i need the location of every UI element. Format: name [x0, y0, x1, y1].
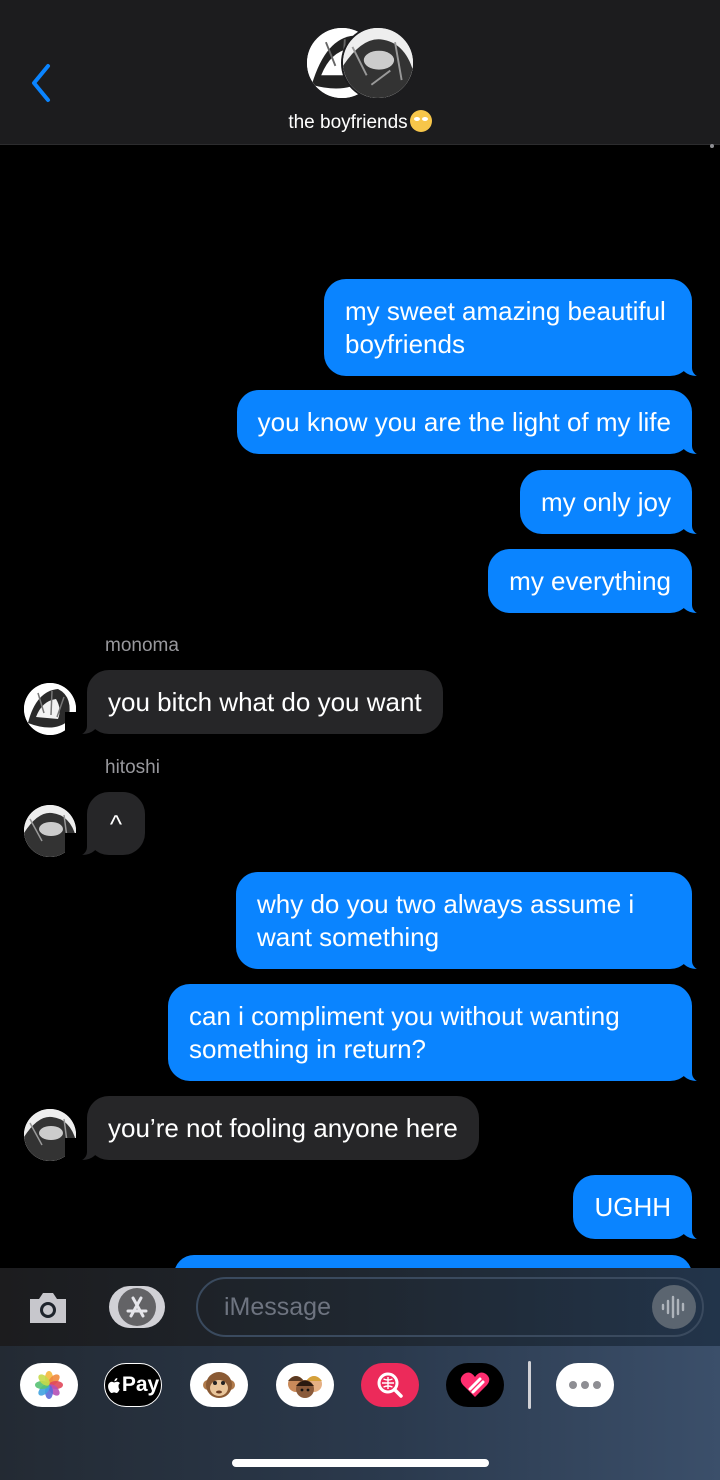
digital-touch-icon — [460, 1372, 490, 1397]
message-text: ^ — [109, 809, 123, 839]
message-bubble-outgoing[interactable]: my everything — [488, 549, 714, 615]
message-composer — [0, 1268, 720, 1346]
photos-icon — [35, 1371, 63, 1399]
message-text: you’re not fooling anyone here — [108, 1113, 458, 1143]
camera-icon — [30, 1293, 66, 1323]
message-text: you know you are the light of my life — [257, 407, 671, 437]
digital-touch-app[interactable] — [446, 1363, 504, 1407]
app-store-button[interactable] — [109, 1286, 165, 1328]
message-text: you bitch what do you want — [108, 687, 422, 717]
message-text: UGHH — [594, 1192, 671, 1222]
chevron-left-icon — [32, 64, 50, 102]
message-bubble-incoming[interactable]: ^ — [65, 792, 145, 857]
scroll-indicator — [710, 144, 714, 148]
photos-app[interactable] — [20, 1363, 78, 1407]
animoji-icon — [203, 1372, 235, 1398]
message-input[interactable] — [196, 1277, 704, 1337]
group-avatar-hitoshi — [341, 26, 415, 100]
message-bubble-outgoing[interactable]: my only joy — [519, 470, 715, 536]
image-search-icon — [377, 1372, 403, 1398]
message-bubble-outgoing[interactable]: my sweet amazing beautiful boyfriends — [324, 279, 714, 378]
eye-roll-emoji-icon — [409, 110, 432, 132]
audio-message-button[interactable] — [652, 1285, 696, 1329]
message-bubble-incoming[interactable]: you bitch what do you want — [65, 670, 443, 736]
group-avatar[interactable] — [305, 26, 417, 100]
group-name: the boyfriends — [288, 112, 408, 133]
apple-pay-label: Pay — [121, 1373, 160, 1396]
sender-name: monoma — [105, 635, 179, 656]
sender-name: hitoshi — [105, 757, 160, 778]
apple-logo-icon — [107, 1377, 120, 1393]
message-bubble-outgoing[interactable]: you know you are the light of my life — [236, 390, 715, 456]
message-bubble-outgoing[interactable]: can i compliment you without wanting som… — [168, 984, 714, 1083]
audio-waveform-icon — [661, 1295, 685, 1319]
message-text: can i compliment you without wanting som… — [189, 1001, 620, 1064]
message-bubble-outgoing[interactable]: why do you two always assume i want some… — [236, 872, 714, 971]
memoji-app[interactable] — [276, 1363, 334, 1407]
back-button[interactable] — [26, 58, 62, 108]
image-search-app[interactable] — [361, 1363, 419, 1407]
message-text: my only joy — [540, 487, 671, 517]
more-apps-button[interactable] — [556, 1363, 614, 1407]
message-bubble-incoming[interactable]: you’re not fooling anyone here — [65, 1096, 479, 1162]
conversation-title[interactable]: the boyfriends — [0, 110, 720, 134]
more-icon — [569, 1381, 601, 1389]
imessage-app-drawer: Pay — [0, 1346, 720, 1480]
message-bubble-outgoing[interactable]: UGHH — [573, 1175, 714, 1241]
message-text: my everything — [509, 566, 671, 596]
message-text: my sweet amazing beautiful boyfriends — [345, 296, 666, 359]
message-text: why do you two always assume i want some… — [257, 889, 635, 952]
app-drawer-divider — [528, 1361, 531, 1409]
apple-pay-app[interactable]: Pay — [104, 1363, 162, 1407]
home-indicator[interactable] — [232, 1459, 489, 1467]
camera-button[interactable] — [26, 1290, 70, 1326]
animoji-app[interactable] — [190, 1363, 248, 1407]
memoji-icon — [288, 1376, 322, 1398]
app-store-icon — [126, 1296, 148, 1318]
conversation-header: the boyfriends — [0, 0, 720, 145]
